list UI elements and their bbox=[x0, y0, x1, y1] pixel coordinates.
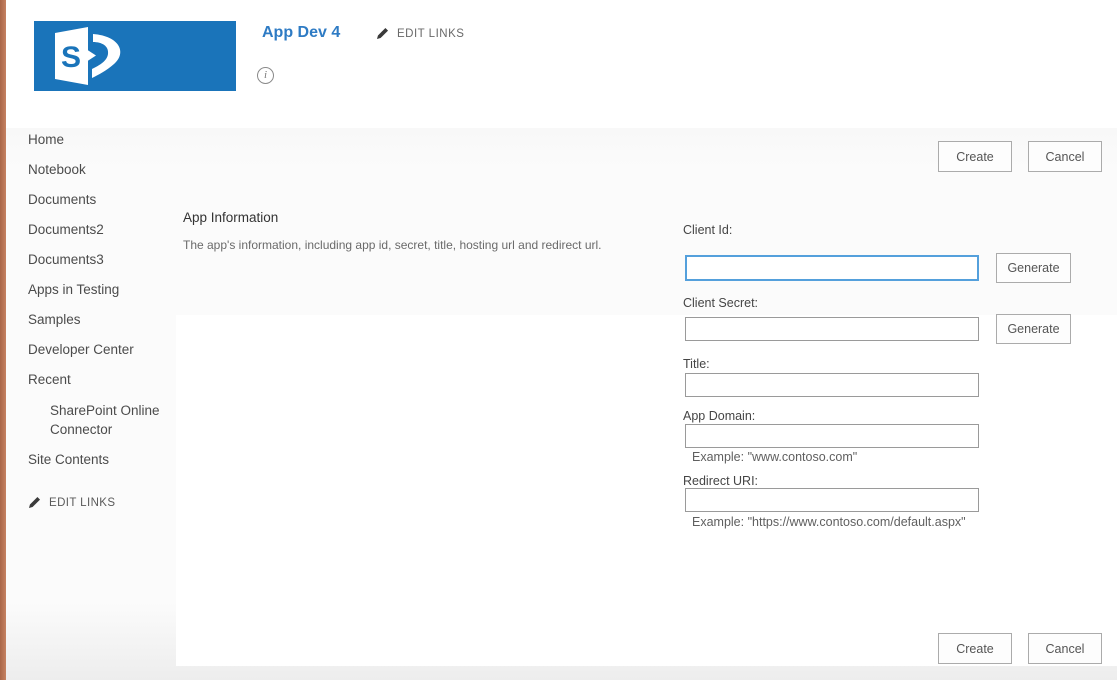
create-button-top[interactable]: Create bbox=[938, 141, 1012, 172]
client-secret-input[interactable] bbox=[685, 317, 979, 341]
client-secret-row: Generate bbox=[685, 314, 1071, 344]
title-label: Title: bbox=[683, 357, 710, 371]
sidebar-item-site-contents[interactable]: Site Contents bbox=[28, 451, 178, 469]
title-input[interactable] bbox=[685, 373, 979, 397]
client-id-row: Generate bbox=[685, 253, 1071, 283]
sidebar-edit-links[interactable]: EDIT LINKS bbox=[28, 496, 115, 509]
sidebar-item-home[interactable]: Home bbox=[28, 131, 178, 149]
sidebar-item-documents2[interactable]: Documents2 bbox=[28, 221, 178, 239]
header: S App Dev 4 EDIT LINKS i bbox=[6, 0, 1117, 128]
sidebar-item-sharepoint-online-connector[interactable]: SharePoint Online Connector bbox=[28, 401, 178, 439]
sidebar-item-samples[interactable]: Samples bbox=[28, 311, 178, 329]
sidebar-nav: Home Notebook Documents Documents2 Docum… bbox=[28, 131, 178, 481]
page: S App Dev 4 EDIT LINKS i Home Notebook D… bbox=[0, 0, 1117, 680]
cancel-button-bottom[interactable]: Cancel bbox=[1028, 633, 1102, 664]
redirect-uri-example: Example: "https://www.contoso.com/defaul… bbox=[692, 515, 966, 529]
sidebar-item-apps-in-testing[interactable]: Apps in Testing bbox=[28, 281, 178, 299]
redirect-uri-input[interactable] bbox=[685, 488, 979, 512]
edit-pencil-icon bbox=[376, 27, 389, 40]
section-title: App Information bbox=[183, 210, 278, 225]
create-button-bottom[interactable]: Create bbox=[938, 633, 1012, 664]
sidebar-item-developer-center[interactable]: Developer Center bbox=[28, 341, 178, 359]
header-edit-links-label: EDIT LINKS bbox=[397, 28, 464, 40]
title-row bbox=[685, 373, 979, 397]
generate-client-secret-button[interactable]: Generate bbox=[996, 314, 1071, 344]
cancel-button-top[interactable]: Cancel bbox=[1028, 141, 1102, 172]
svg-text:S: S bbox=[61, 41, 81, 74]
client-id-label: Client Id: bbox=[683, 223, 732, 237]
section-description: The app's information, including app id,… bbox=[183, 238, 623, 252]
edit-pencil-icon bbox=[28, 496, 41, 509]
sidebar-item-notebook[interactable]: Notebook bbox=[28, 161, 178, 179]
app-domain-row bbox=[685, 424, 979, 448]
app-domain-input[interactable] bbox=[685, 424, 979, 448]
sharepoint-logo: S bbox=[34, 21, 236, 91]
app-domain-label: App Domain: bbox=[683, 409, 755, 423]
sidebar-item-recent[interactable]: Recent bbox=[28, 371, 178, 389]
app-domain-example: Example: "www.contoso.com" bbox=[692, 450, 857, 464]
site-title[interactable]: App Dev 4 bbox=[262, 24, 340, 42]
redirect-uri-row bbox=[685, 488, 979, 512]
redirect-uri-label: Redirect URI: bbox=[683, 474, 758, 488]
client-id-input[interactable] bbox=[685, 255, 979, 281]
client-secret-label: Client Secret: bbox=[683, 296, 758, 310]
sidebar-item-documents[interactable]: Documents bbox=[28, 191, 178, 209]
sidebar-item-documents3[interactable]: Documents3 bbox=[28, 251, 178, 269]
header-edit-links[interactable]: EDIT LINKS bbox=[376, 27, 464, 40]
generate-client-id-button[interactable]: Generate bbox=[996, 253, 1071, 283]
sidebar-edit-links-label: EDIT LINKS bbox=[49, 497, 115, 509]
info-icon[interactable]: i bbox=[257, 67, 274, 84]
